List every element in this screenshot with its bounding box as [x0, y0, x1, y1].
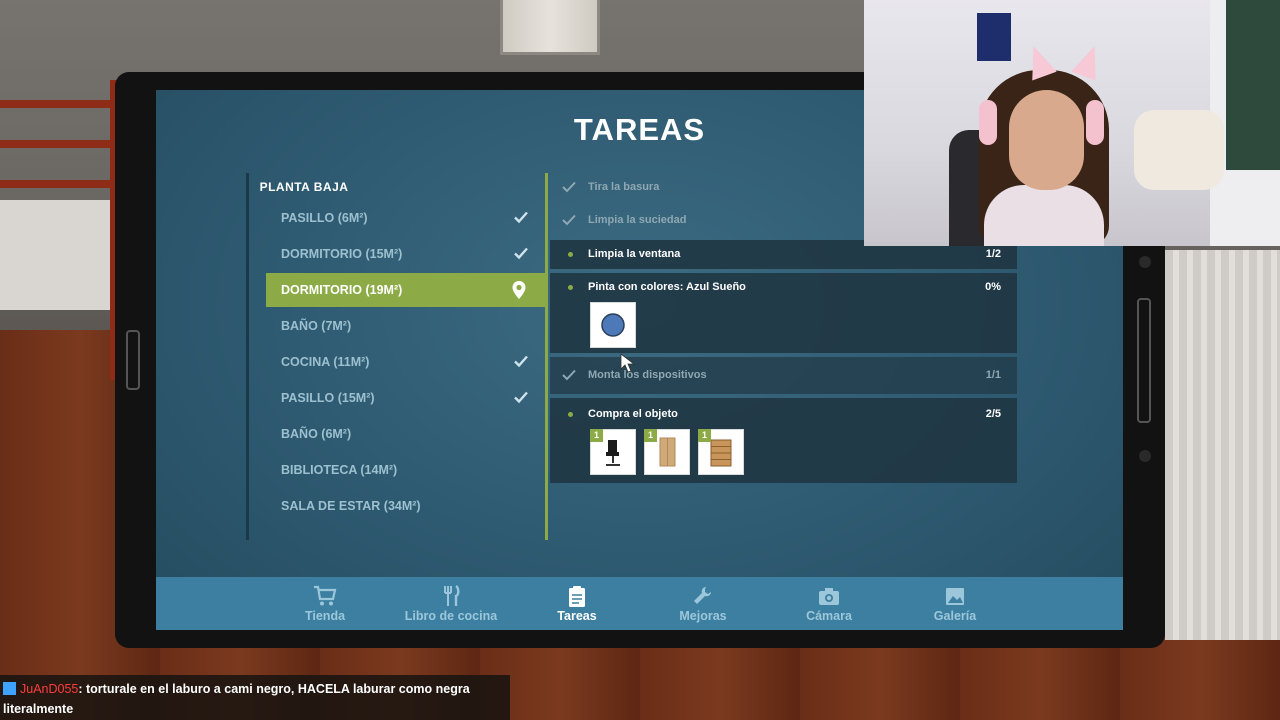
webcam-overlay — [864, 0, 1280, 246]
purchase-item-dresser[interactable]: 1 — [698, 429, 744, 475]
wrench-icon — [694, 587, 711, 604]
room-item-bano-7[interactable]: BAÑO (7M²) — [266, 309, 548, 343]
room-list: PASILLO (6M²) DORMITORIO (15M²) DORMITOR… — [246, 173, 548, 540]
nav-tienda[interactable]: Tienda — [262, 577, 388, 630]
webcam-bed-pillows — [1134, 110, 1224, 190]
room-item-dormitorio-15[interactable]: DORMITORIO (15M²) — [266, 237, 548, 271]
room-label: SALA DE ESTAR (34M²) — [281, 499, 421, 513]
task-item-compra-el-objeto[interactable]: Compra el objeto 2/5 1 1 1 — [550, 398, 1017, 483]
nav-galeria[interactable]: Galería — [892, 577, 1018, 630]
camera-icon — [819, 588, 839, 605]
headphone-icon — [979, 100, 997, 145]
tablet-home-button — [126, 330, 140, 390]
room-label: COCINA (11M²) — [281, 355, 370, 369]
streamer-torso — [984, 185, 1104, 246]
checkmark-icon — [562, 369, 576, 381]
headphone-icon — [1086, 100, 1104, 145]
item-count-badge: 1 — [590, 429, 603, 442]
room-item-bano-6[interactable]: BAÑO (6M²) — [266, 417, 548, 451]
room-label: BIBLIOTECA (14M²) — [281, 463, 398, 477]
task-label: Limpia la suciedad — [588, 214, 687, 226]
cat-ear-icon — [1071, 41, 1107, 81]
checkmark-icon — [562, 181, 576, 193]
nav-label: Galería — [933, 609, 977, 623]
room-label: DORMITORIO (15M²) — [281, 247, 403, 261]
nav-label: Tienda — [304, 609, 346, 623]
nav-label: Libro de cocina — [404, 609, 498, 623]
nav-label: Mejoras — [679, 609, 727, 623]
cart-icon — [314, 585, 337, 606]
cutlery-icon — [444, 585, 460, 606]
task-label: Pinta con colores: Azul Sueño — [588, 281, 746, 293]
nav-camara[interactable]: Cámara — [766, 577, 892, 630]
mouse-cursor-icon — [620, 353, 636, 373]
room-label: PASILLO (6M²) — [281, 211, 368, 225]
purchase-item-wardrobe[interactable]: 1 — [644, 429, 690, 475]
bullet-icon — [568, 252, 573, 257]
webcam-poster — [977, 13, 1011, 61]
streamer-face — [1009, 90, 1084, 190]
task-progress: 1/1 — [985, 369, 1001, 381]
room-item-dormitorio-19[interactable]: DORMITORIO (19M²) — [266, 273, 548, 307]
nav-label: Tareas — [557, 609, 597, 623]
room-label: BAÑO (6M²) — [281, 427, 352, 441]
checkmark-icon — [514, 247, 528, 260]
room-item-biblioteca-14[interactable]: BIBLIOTECA (14M²) — [266, 453, 548, 487]
room-item-cocina-11[interactable]: COCINA (11M²) — [266, 345, 548, 379]
bed-frame — [0, 80, 120, 380]
chat-username: JuAnD055 — [20, 682, 79, 696]
chat-badge-icon — [3, 682, 16, 695]
tablet-sensor-dot — [1139, 450, 1151, 462]
nav-libro-de-cocina[interactable]: Libro de cocina — [388, 577, 514, 630]
nav-tareas[interactable]: Tareas — [514, 577, 640, 630]
image-icon — [946, 588, 964, 605]
tablet-side-button — [1137, 298, 1151, 423]
room-item-pasillo-15[interactable]: PASILLO (15M²) — [266, 381, 548, 415]
room-label: BAÑO (7M²) — [281, 319, 352, 333]
room-label: DORMITORIO (19M²) — [281, 283, 403, 297]
room-item-sala-de-estar-34[interactable]: SALA DE ESTAR (34M²) — [266, 489, 548, 523]
list-divider — [545, 173, 548, 540]
paint-color-swatch[interactable] — [590, 302, 636, 348]
room-label: PASILLO (15M²) — [281, 391, 375, 405]
bottom-nav: Tienda Libro de cocina Tareas Mejoras Cá… — [156, 577, 1123, 630]
task-item-pinta-con-colores[interactable]: Pinta con colores: Azul Sueño 0% — [550, 273, 1017, 353]
clipboard-icon — [569, 586, 585, 607]
task-label: Tira la basura — [588, 181, 660, 193]
bullet-icon — [568, 285, 573, 290]
nav-label: Cámara — [806, 609, 852, 623]
item-count-badge: 1 — [644, 429, 657, 442]
location-pin-icon — [512, 281, 526, 299]
room-item-pasillo-6[interactable]: PASILLO (6M²) — [266, 201, 548, 235]
task-progress: 2/5 — [985, 408, 1001, 420]
chat-message: JuAnD055: torturale en el laburo a cami … — [3, 679, 503, 719]
task-label: Limpia la ventana — [588, 248, 681, 260]
task-label: Monta los dispositivos — [588, 369, 707, 381]
checkmark-icon — [562, 214, 576, 226]
room-window — [500, 0, 600, 55]
checkmark-icon — [514, 391, 528, 404]
paint-drop-icon — [601, 313, 625, 337]
item-count-badge: 1 — [698, 429, 711, 442]
radiator — [1165, 250, 1280, 640]
nav-mejoras[interactable]: Mejoras — [640, 577, 766, 630]
purchase-item-chair[interactable]: 1 — [590, 429, 636, 475]
task-label: Compra el objeto — [588, 408, 678, 420]
tablet-sensor-dot — [1139, 256, 1151, 268]
chat-overlay: JuAnD055: torturale en el laburo a cami … — [0, 675, 510, 720]
webcam-window — [1226, 0, 1280, 170]
checkmark-icon — [514, 355, 528, 368]
checkmark-icon — [514, 211, 528, 224]
bullet-icon — [568, 412, 573, 417]
task-progress: 0% — [985, 281, 1001, 293]
